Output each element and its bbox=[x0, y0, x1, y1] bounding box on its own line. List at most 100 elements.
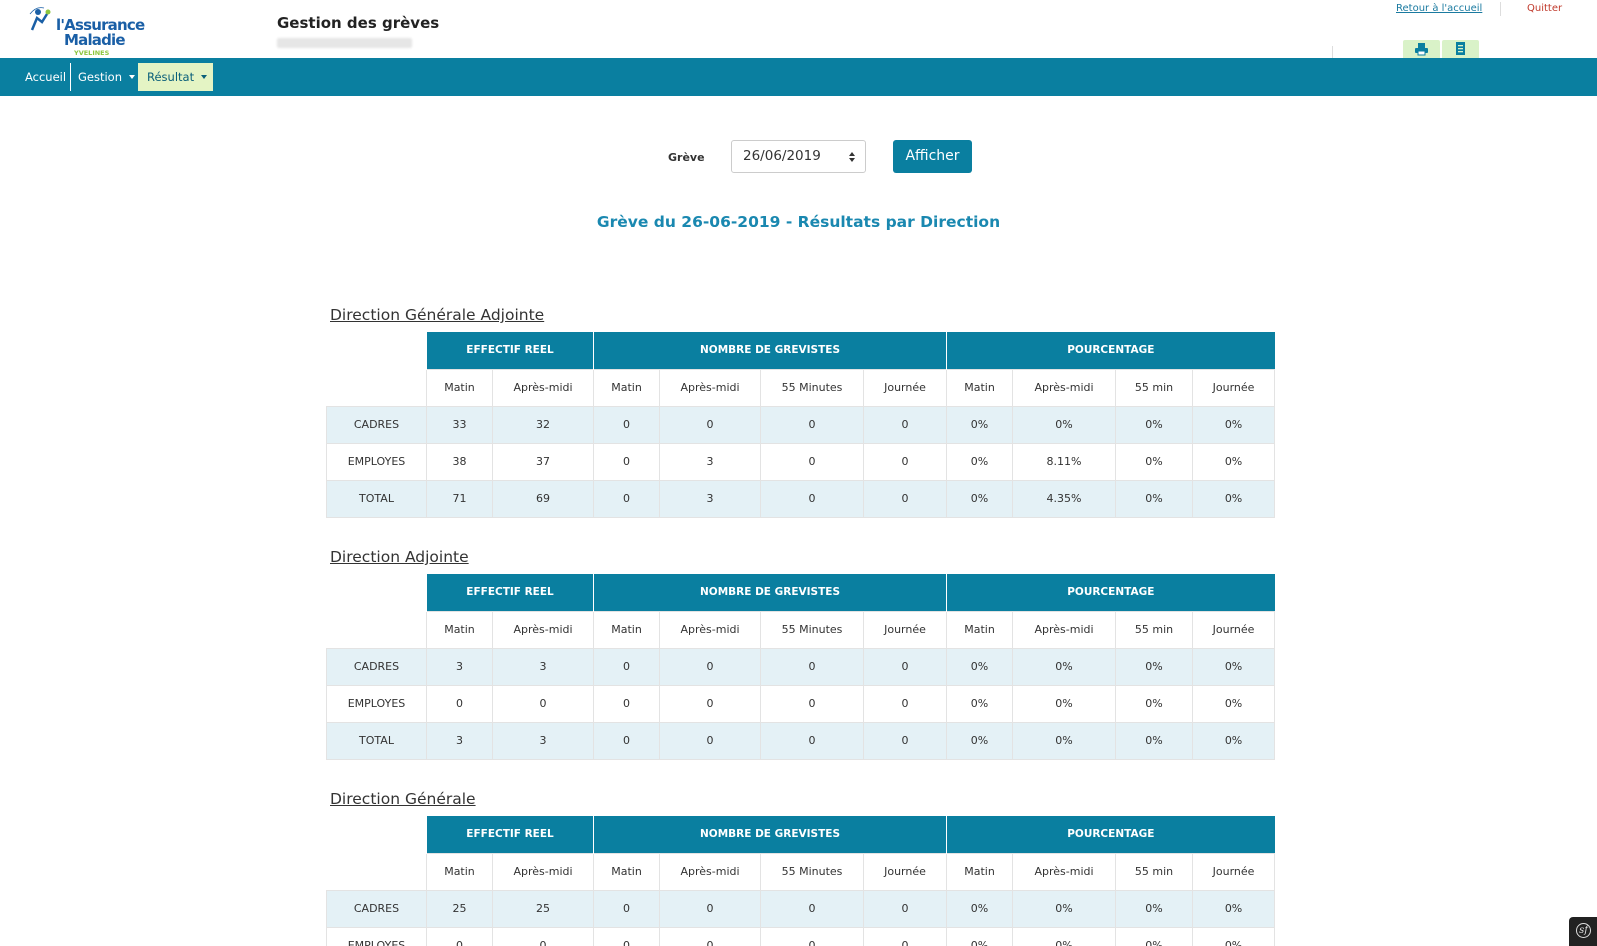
table-cell: 0 bbox=[593, 684, 661, 723]
table-row: TOTAL 3 3 0 0 0 0 0% 0% 0% 0% bbox=[326, 721, 1276, 760]
empty-cell bbox=[326, 611, 427, 648]
table-cell: 69 bbox=[491, 479, 595, 518]
nav-item-accueil[interactable]: Accueil bbox=[25, 63, 66, 91]
user-name-redacted bbox=[277, 38, 412, 48]
assurance-maladie-logo[interactable]: l'Assurance Maladie YVELINES bbox=[22, 2, 145, 57]
nav-item-resultat[interactable]: Résultat bbox=[138, 63, 213, 91]
home-link[interactable]: Retour à l'accueil bbox=[1396, 3, 1482, 14]
column-header: Après-midi bbox=[659, 852, 762, 891]
table-cell: 0 bbox=[863, 405, 948, 444]
table-cell: 0 bbox=[659, 405, 762, 444]
table-cell: 0 bbox=[593, 647, 661, 686]
column-header: Après-midi bbox=[1012, 852, 1117, 891]
group-header: EFFECTIF REEL bbox=[425, 574, 594, 611]
column-header-row: Matin Après-midi Matin Après-midi 55 Minutes… bbox=[326, 852, 1276, 891]
table-cell: 0% bbox=[946, 479, 1014, 518]
afficher-button[interactable]: Afficher bbox=[893, 140, 972, 173]
table-cell: 0 bbox=[659, 889, 762, 928]
table-row: CADRES 25 25 0 0 0 0 0% 0% 0% 0% bbox=[326, 889, 1276, 928]
table-cell: 3 bbox=[491, 721, 595, 760]
main-navbar: Accueil Gestion Résultat bbox=[0, 58, 1597, 96]
empty-cell bbox=[326, 574, 427, 611]
quit-link[interactable]: Quitter bbox=[1527, 3, 1562, 14]
table-cell: 0 bbox=[863, 684, 948, 723]
column-header: Journée bbox=[1192, 610, 1276, 649]
table-cell: 0% bbox=[1192, 442, 1276, 481]
group-header: POURCENTAGE bbox=[946, 332, 1275, 369]
table-cell: 0 bbox=[863, 926, 948, 946]
group-header: POURCENTAGE bbox=[946, 816, 1275, 853]
table-cell: 0 bbox=[426, 926, 493, 946]
table-cell: 0 bbox=[863, 647, 948, 686]
results-table: EFFECTIF REEL NOMBRE DE GREVISTES POURCENT… bbox=[326, 816, 1276, 946]
table-cell: 0% bbox=[946, 442, 1014, 481]
nav-item-label: Résultat bbox=[147, 70, 195, 84]
table-cell: 0 bbox=[863, 442, 948, 481]
row-label: EMPLOYES bbox=[326, 926, 427, 946]
table-cell: 0% bbox=[1012, 405, 1117, 444]
table-cell: 0 bbox=[491, 684, 595, 723]
table-cell: 0 bbox=[593, 442, 661, 481]
column-header: Matin bbox=[946, 610, 1014, 649]
greve-label: Grève bbox=[668, 151, 705, 164]
table-cell: 32 bbox=[491, 405, 595, 444]
direction-title: Direction Adjointe bbox=[330, 548, 469, 566]
direction-title: Direction Générale bbox=[330, 790, 476, 808]
group-header: EFFECTIF REEL bbox=[425, 332, 594, 369]
column-header: Matin bbox=[593, 368, 661, 407]
greve-select[interactable]: 26/06/2019 bbox=[731, 140, 866, 173]
symfony-icon: sf bbox=[1576, 923, 1591, 938]
symfony-toolbar-toggle[interactable]: sf bbox=[1569, 917, 1597, 946]
export-button[interactable] bbox=[1442, 40, 1479, 58]
table-cell: 0 bbox=[659, 721, 762, 760]
table-cell: 0% bbox=[1115, 889, 1194, 928]
column-header: Journée bbox=[1192, 852, 1276, 891]
column-header: Matin bbox=[593, 610, 661, 649]
table-cell: 0 bbox=[593, 926, 661, 946]
column-header: Matin bbox=[946, 852, 1014, 891]
table-cell: 0 bbox=[863, 721, 948, 760]
row-label: EMPLOYES bbox=[326, 442, 427, 481]
empty-cell bbox=[326, 369, 427, 406]
table-row: EMPLOYES 38 37 0 3 0 0 0% 8.11% 0% 0% bbox=[326, 442, 1276, 481]
column-header: 55 min bbox=[1115, 610, 1194, 649]
column-header: Après-midi bbox=[491, 368, 595, 407]
column-header: 55 min bbox=[1115, 852, 1194, 891]
table-cell: 0% bbox=[1192, 647, 1276, 686]
table-cell: 3 bbox=[426, 647, 493, 686]
column-header: Matin bbox=[946, 368, 1014, 407]
table-cell: 0 bbox=[760, 647, 865, 686]
nav-item-gestion[interactable]: Gestion bbox=[78, 63, 136, 91]
column-header: Après-midi bbox=[659, 368, 762, 407]
column-header: Matin bbox=[426, 610, 493, 649]
table-cell: 3 bbox=[491, 647, 595, 686]
table-cell: 0 bbox=[760, 442, 865, 481]
page-title: Grève du 26-06-2019 - Résultats par Dire… bbox=[596, 213, 1001, 231]
column-header: Matin bbox=[426, 368, 493, 407]
table-cell: 3 bbox=[426, 721, 493, 760]
nav-divider bbox=[70, 63, 71, 91]
header-divider bbox=[1500, 2, 1501, 16]
logo-line2: Maladie bbox=[64, 31, 126, 49]
table-cell: 0% bbox=[1012, 926, 1117, 946]
row-label: CADRES bbox=[326, 647, 427, 686]
column-header: 55 Minutes bbox=[760, 610, 865, 649]
table-cell: 0% bbox=[1115, 926, 1194, 946]
empty-cell bbox=[326, 816, 427, 853]
table-cell: 0% bbox=[1115, 405, 1194, 444]
column-header: Après-midi bbox=[659, 610, 762, 649]
greve-select-value: 26/06/2019 bbox=[743, 148, 821, 164]
logo-figure-icon bbox=[29, 7, 51, 31]
table-cell: 25 bbox=[491, 889, 595, 928]
table-cell: 0% bbox=[1192, 926, 1276, 946]
column-header-row: Matin Après-midi Matin Après-midi 55 Minutes… bbox=[326, 368, 1276, 407]
column-header: Journée bbox=[863, 368, 948, 407]
table-cell: 0 bbox=[863, 479, 948, 518]
group-header-row: EFFECTIF REEL NOMBRE DE GREVISTES POURCENT… bbox=[326, 332, 1275, 369]
group-header: POURCENTAGE bbox=[946, 574, 1275, 611]
select-arrows-icon bbox=[849, 152, 855, 162]
table-cell: 0 bbox=[426, 684, 493, 723]
table-cell: 0 bbox=[760, 889, 865, 928]
row-label: TOTAL bbox=[326, 479, 427, 518]
print-button[interactable] bbox=[1403, 40, 1440, 58]
